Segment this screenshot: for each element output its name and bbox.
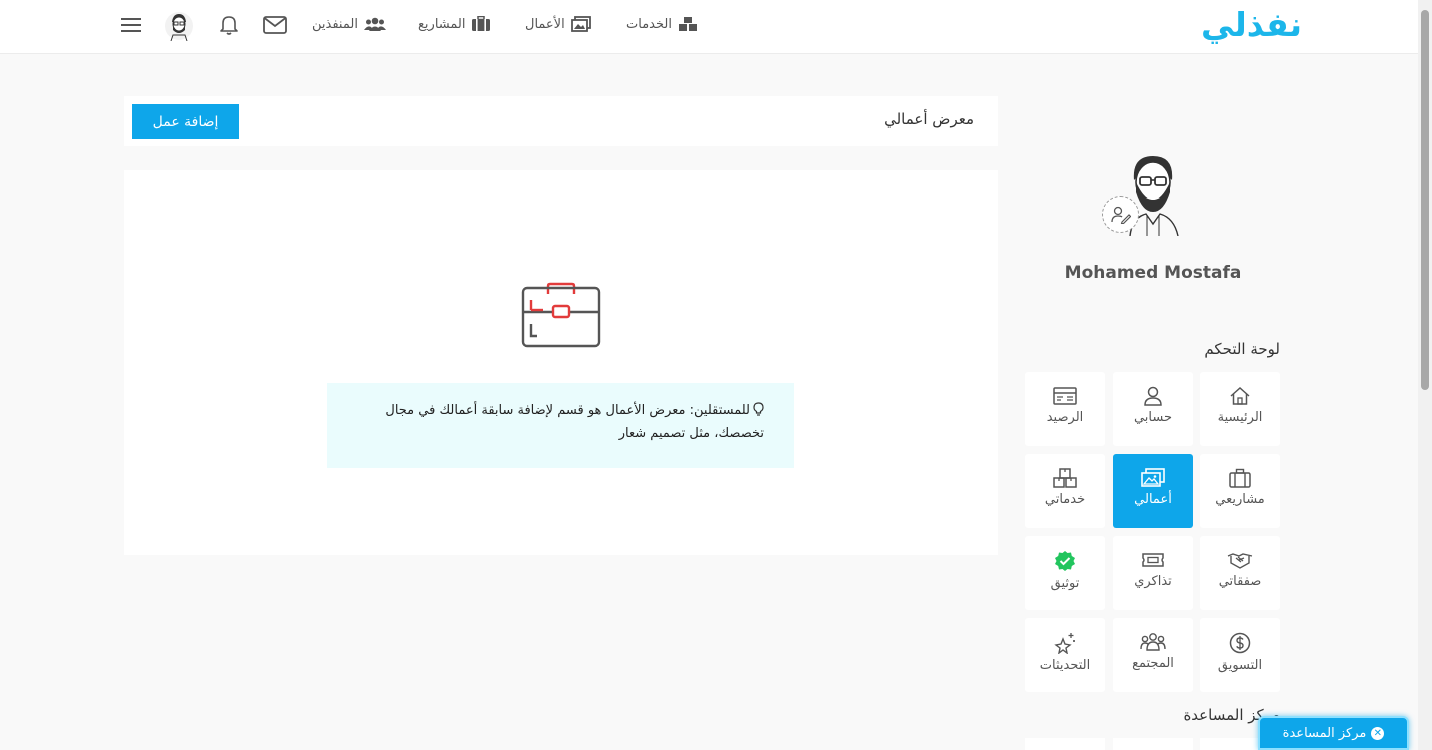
dollar-icon <box>1229 632 1251 654</box>
tile-my-deals[interactable]: صفقاتي <box>1200 536 1280 610</box>
envelope-icon <box>263 16 287 34</box>
tile-home[interactable]: الرئيسية <box>1200 372 1280 446</box>
tile-balance-label: الرصيد <box>1046 410 1084 425</box>
tile-my-works-label: أعمالي <box>1134 492 1172 507</box>
help-tile-partial[interactable] <box>1025 738 1105 750</box>
nav-works-label: الأعمال <box>525 16 565 32</box>
lightbulb-icon <box>753 402 764 416</box>
dashboard-title: لوحة التحكم <box>1204 340 1280 358</box>
help-tile-partial[interactable] <box>1113 738 1193 750</box>
user-avatar[interactable] <box>164 11 194 41</box>
briefcase-empty-icon <box>521 282 601 348</box>
page-title: معرض أعمالي <box>884 110 974 128</box>
portfolio-header: معرض أعمالي إضافة عمل <box>124 96 998 146</box>
tile-my-services[interactable]: خدماتي <box>1025 454 1105 528</box>
nav-executors[interactable]: المنفذين <box>312 12 386 36</box>
tile-my-projects[interactable]: مشاريعي <box>1200 454 1280 528</box>
wallet-icon <box>1053 387 1077 405</box>
verified-icon <box>1055 551 1075 571</box>
tile-my-works[interactable]: أعمالي <box>1113 454 1193 528</box>
user-edit-icon <box>1110 206 1131 224</box>
tile-my-services-label: خدماتي <box>1044 492 1086 507</box>
portfolio-empty-state: للمستقلين: معرض الأعمال هو قسم لإضافة سا… <box>124 170 998 555</box>
tile-balance[interactable]: الرصيد <box>1025 372 1105 446</box>
scrollbar-thumb[interactable] <box>1421 10 1429 390</box>
home-icon <box>1230 386 1250 405</box>
nav-executors-label: المنفذين <box>312 16 358 32</box>
tile-verification[interactable]: توثيق <box>1025 536 1105 610</box>
community-icon <box>1140 633 1166 651</box>
tile-marketing-label: التسويق <box>1217 658 1263 673</box>
freelancer-tip: للمستقلين: معرض الأعمال هو قسم لإضافة سا… <box>327 383 794 468</box>
tile-community-label: المجتمع <box>1132 656 1174 671</box>
notifications-button[interactable] <box>216 12 242 38</box>
nav-services[interactable]: الخدمات <box>626 12 698 36</box>
tile-my-deals-label: صفقاتي <box>1218 574 1262 589</box>
menu-button[interactable] <box>118 12 144 38</box>
close-icon: ✕ <box>1371 726 1385 740</box>
ticket-icon <box>1142 553 1164 567</box>
nav-works[interactable]: الأعمال <box>525 12 591 36</box>
gallery-icon <box>570 16 591 32</box>
help-center-button-label: مركز المساعدة <box>1282 725 1367 741</box>
nav-projects[interactable]: المشاريع <box>418 12 491 36</box>
tile-my-tickets[interactable]: تذاكري <box>1113 536 1193 610</box>
sparkle-icon <box>1054 633 1075 654</box>
site-logo[interactable]: نفذلي <box>1186 3 1303 47</box>
add-work-button[interactable]: إضافة عمل <box>132 104 239 139</box>
tile-account[interactable]: حسابي <box>1113 372 1193 446</box>
gallery-icon <box>1141 468 1165 487</box>
tile-verification-label: توثيق <box>1050 576 1080 591</box>
avatar-icon <box>165 12 193 41</box>
tile-account-label: حسابي <box>1133 410 1173 425</box>
handshake-icon <box>1227 553 1253 569</box>
tip-text: للمستقلين: معرض الأعمال هو قسم لإضافة سا… <box>385 403 764 441</box>
briefcase-icon <box>1229 468 1251 488</box>
tile-my-tickets-label: تذاكري <box>1134 574 1172 589</box>
bell-icon <box>220 16 238 35</box>
tile-community[interactable]: المجتمع <box>1113 618 1193 692</box>
tile-my-projects-label: مشاريعي <box>1215 492 1265 507</box>
boxes-icon <box>1053 468 1077 488</box>
hamburger-icon <box>121 18 141 32</box>
tile-updates[interactable]: التحديثات <box>1025 618 1105 692</box>
nav-services-label: الخدمات <box>626 16 672 32</box>
profile-name: Mohamed Mostafa <box>1064 263 1242 283</box>
nav-projects-label: المشاريع <box>418 16 466 32</box>
users-icon <box>363 17 386 31</box>
tile-updates-label: التحديثات <box>1039 658 1091 673</box>
messages-button[interactable] <box>262 12 288 38</box>
tile-home-label: الرئيسية <box>1217 410 1263 425</box>
briefcase-icon <box>472 16 491 31</box>
user-icon <box>1144 386 1162 406</box>
help-center-button[interactable]: ✕ مركز المساعدة <box>1258 716 1409 750</box>
top-navbar: نفذلي الخدمات الأعمال المشاريع المنفذين <box>0 0 1418 54</box>
tile-marketing[interactable]: التسويق <box>1200 618 1280 692</box>
edit-avatar-button[interactable] <box>1102 196 1139 233</box>
boxes-icon <box>678 17 697 31</box>
page-scrollbar[interactable] <box>1418 0 1432 750</box>
